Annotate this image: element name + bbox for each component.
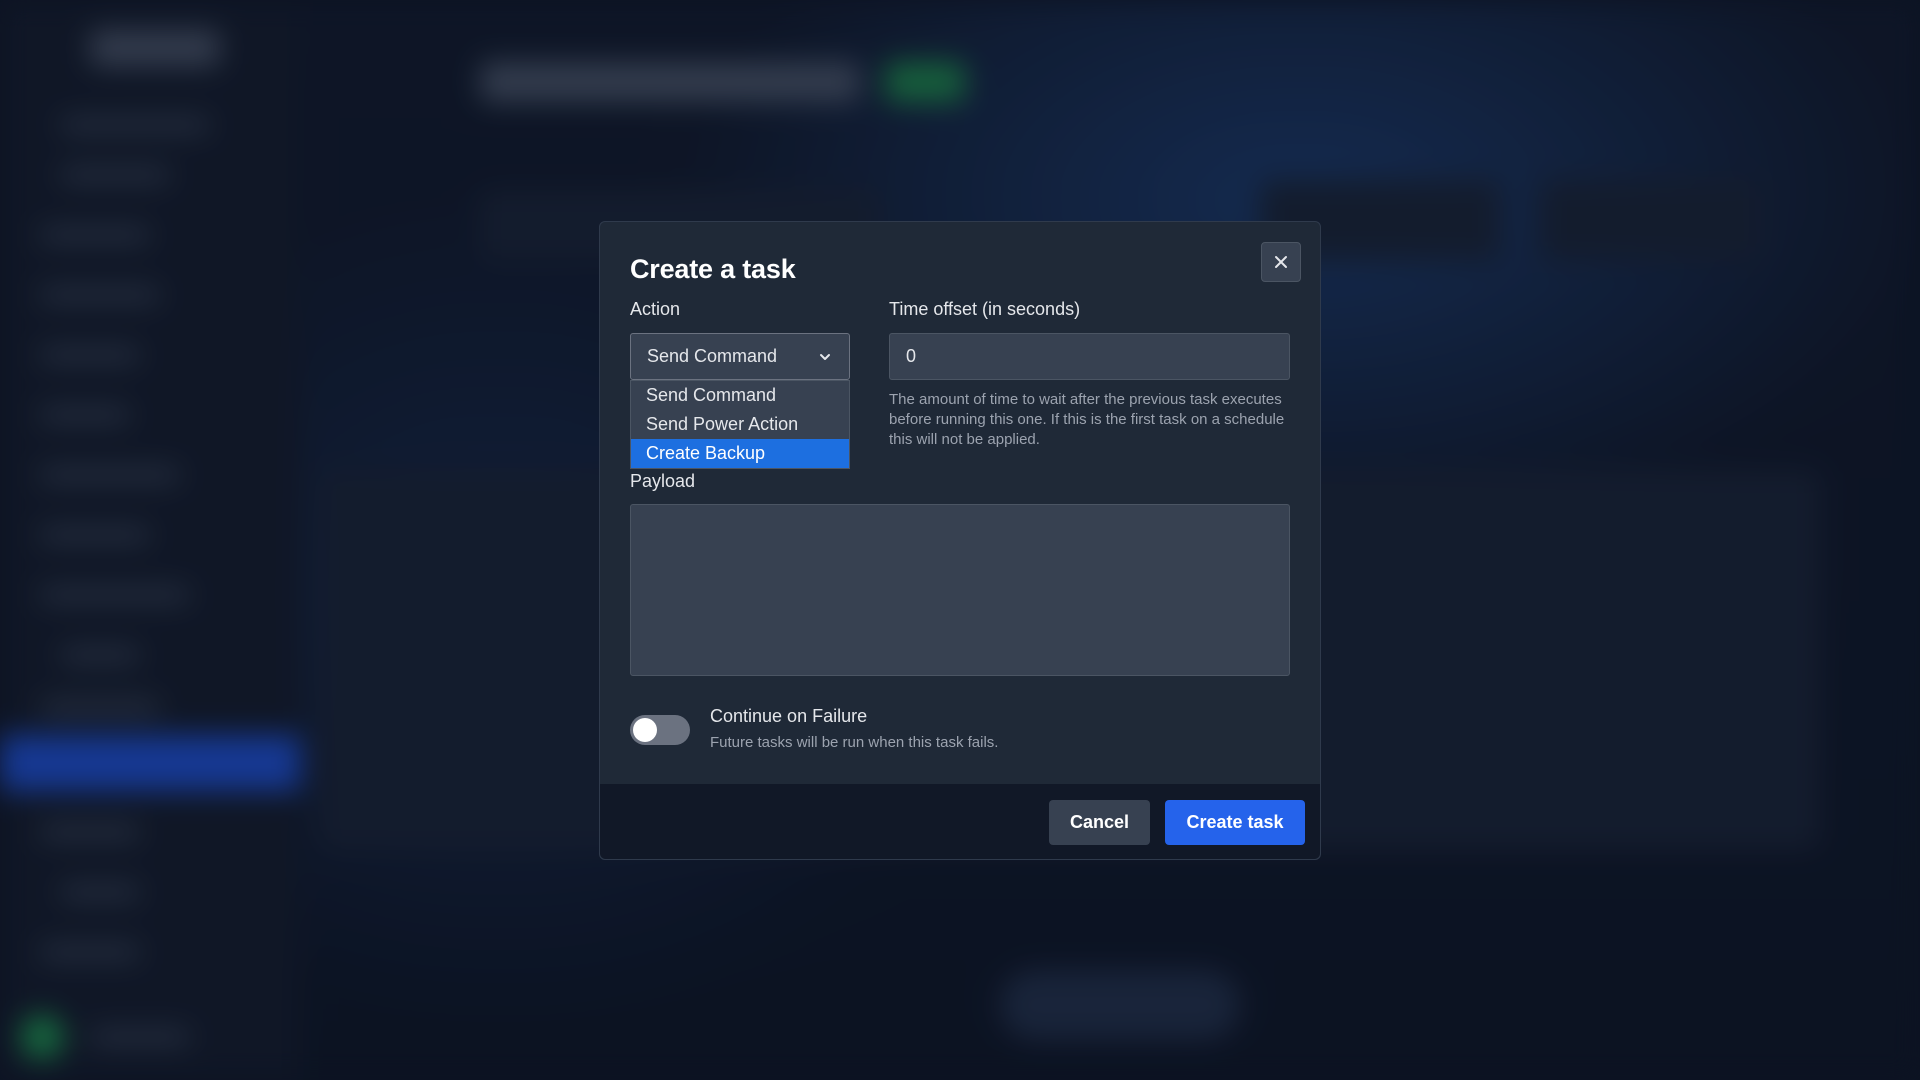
cancel-button[interactable]: Cancel <box>1049 800 1150 845</box>
payload-label: Payload <box>630 471 696 491</box>
time-offset-help: The amount of time to wait after the pre… <box>889 391 1285 448</box>
modal-title: Create a task <box>630 254 796 284</box>
action-select[interactable]: Send Command <box>630 333 850 380</box>
action-option-create-backup[interactable]: Create Backup <box>631 439 849 468</box>
action-selected-value: Send Command <box>647 346 778 366</box>
action-option-send-command[interactable]: Send Command <box>631 381 849 410</box>
payload-textarea[interactable] <box>630 504 1290 676</box>
create-task-button[interactable]: Create task <box>1165 800 1305 845</box>
chevron-down-icon <box>820 354 830 360</box>
modal-footer: Cancel Create task <box>600 784 1320 859</box>
close-icon <box>1275 256 1287 268</box>
create-task-modal: Create a task Action Send Command Send C… <box>599 221 1321 860</box>
toggle-knob <box>633 718 657 742</box>
close-button[interactable] <box>1261 242 1301 282</box>
time-offset-label: Time offset (in seconds) <box>889 299 1081 319</box>
action-dropdown: Send Command Send Power Action Create Ba… <box>630 380 850 469</box>
continue-on-failure-toggle[interactable] <box>630 715 690 745</box>
time-offset-input[interactable] <box>889 333 1290 380</box>
continue-on-failure-label: Continue on Failure <box>710 706 868 726</box>
action-option-send-power-action[interactable]: Send Power Action <box>631 410 849 439</box>
continue-on-failure-description: Future tasks will be run when this task … <box>710 734 999 751</box>
action-label: Action <box>630 299 681 319</box>
